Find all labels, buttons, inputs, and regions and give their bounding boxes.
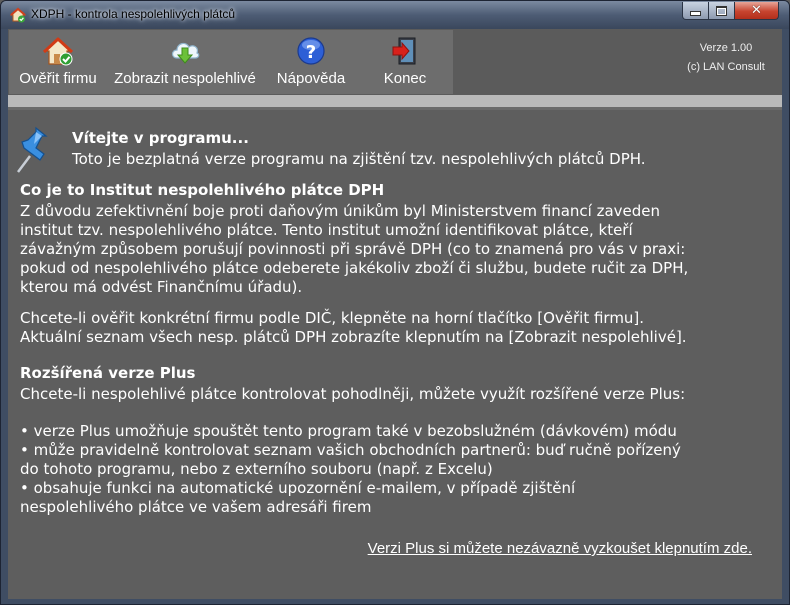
list-item: do tohoto programu, nebo z externího sou…	[20, 460, 493, 478]
maximize-icon	[716, 5, 727, 16]
toolbar-separator	[8, 95, 782, 107]
plus-intro: Chcete-li nespolehlivé plátce kontrolova…	[20, 385, 686, 403]
exit-button[interactable]: Konec	[361, 30, 449, 94]
maximize-button[interactable]	[708, 2, 735, 20]
content-panel: Vítejte v programu... Toto je bezplatná …	[8, 110, 782, 599]
client-area: Ověřit firmu Zobrazit nespolehlivé ? Náp…	[8, 29, 782, 599]
minimize-icon	[690, 11, 701, 16]
section-institute-title: Co je to Institut nespolehlivého plátce …	[20, 181, 385, 199]
house-check-icon	[42, 37, 74, 66]
list-item: • může pravidelně kontrolovat seznam vaš…	[20, 441, 681, 459]
welcome-title: Vítejte v programu...	[72, 129, 249, 147]
window-title: XDPH - kontrola nespolehlivých plátců	[31, 7, 236, 21]
version-info: Verze 1.00 (c) LAN Consult	[676, 39, 776, 77]
house-check-icon	[10, 7, 26, 23]
paragraph-line: institut tzv. nespolehlivého plátce. Ten…	[20, 221, 633, 239]
toolbar-button-group: Ověřit firmu Zobrazit nespolehlivé ? Náp…	[9, 30, 453, 94]
welcome-subtitle: Toto je bezplatná verze programu na zjiš…	[72, 150, 646, 168]
usage-instructions: Chcete-li ověřit konkrétní firmu podle D…	[20, 309, 772, 347]
help-icon: ?	[297, 37, 325, 65]
paragraph-line: kterou má odvést Finančnímu úřadu).	[20, 278, 303, 296]
try-plus-link[interactable]: Verzi Plus si můžete nezávazně vyzkoušet…	[368, 540, 752, 557]
help-label: Nápověda	[276, 70, 346, 87]
window-frame-bottom	[1, 599, 789, 604]
paragraph-line: Chcete-li ověřit konkrétní firmu podle D…	[20, 309, 645, 327]
copyright-text: (c) LAN Consult	[687, 61, 765, 73]
close-button[interactable]: ✕	[734, 2, 779, 20]
section-institute-text: Z důvodu zefektivnění boje proti daňovým…	[20, 202, 772, 297]
list-item: • verze Plus umožňuje spouštět tento pro…	[20, 422, 677, 440]
show-unreliable-button[interactable]: Zobrazit nespolehlivé	[107, 30, 263, 94]
list-item: • obsahuje funkci na automatické upozorn…	[20, 479, 576, 497]
plus-features-list: • verze Plus umožňuje spouštět tento pro…	[20, 422, 772, 517]
title-bar[interactable]: XDPH - kontrola nespolehlivých plátců ✕	[1, 1, 789, 29]
minimize-button[interactable]	[682, 2, 709, 20]
cloud-download-icon	[171, 42, 200, 64]
toolbar: Ověřit firmu Zobrazit nespolehlivé ? Náp…	[8, 29, 782, 95]
verify-company-label: Ověřit firmu	[19, 70, 97, 87]
paragraph-line: Z důvodu zefektivnění boje proti daňovým…	[20, 202, 661, 220]
paragraph-line: závažným způsobem porušují povinnosti př…	[20, 240, 686, 258]
exit-label: Konec	[383, 70, 427, 87]
app-window: XDPH - kontrola nespolehlivých plátců ✕	[0, 0, 790, 605]
close-icon: ✕	[751, 2, 762, 18]
paragraph-line: pokud od nespolehlivého plátce odeberete…	[20, 259, 689, 277]
exit-door-icon	[392, 37, 416, 65]
pushpin-icon	[17, 126, 48, 173]
verify-company-button[interactable]: Ověřit firmu	[13, 30, 103, 94]
paragraph-line: Aktuální seznam všech nesp. plátců DPH z…	[20, 328, 687, 346]
help-button[interactable]: ? Nápověda	[271, 30, 351, 94]
section-plus-title: Rozšířená verze Plus	[20, 364, 196, 382]
version-text: Verze 1.00	[699, 42, 753, 54]
svg-text:?: ?	[306, 42, 316, 63]
list-item: nespolehlivého plátce ve vašem adresáři …	[20, 498, 372, 516]
show-unreliable-label: Zobrazit nespolehlivé	[114, 70, 256, 87]
